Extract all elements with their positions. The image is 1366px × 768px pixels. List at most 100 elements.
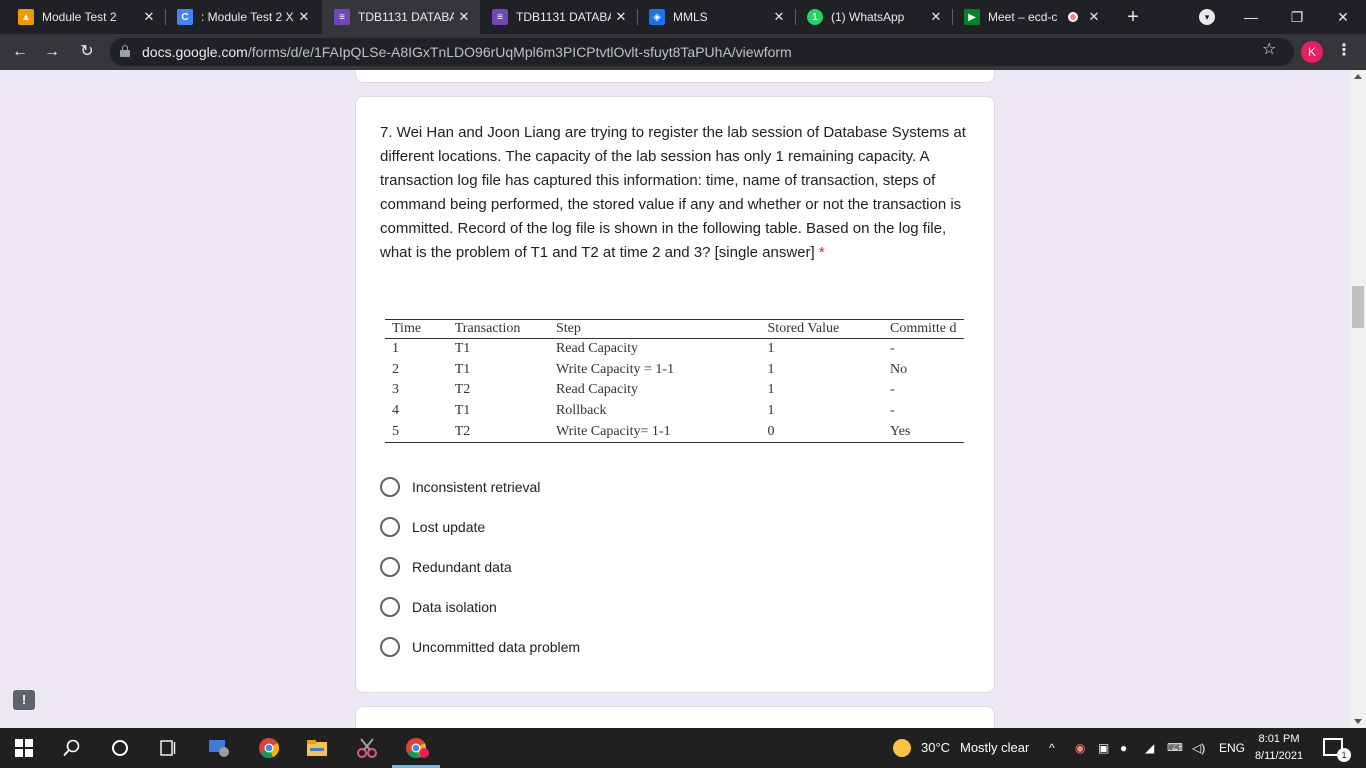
tab-tdb1131-active[interactable]: ≡ TDB1131 DATABA ✕	[322, 0, 480, 34]
chrome-profile-icon[interactable]	[402, 736, 432, 760]
profile-avatar[interactable]: K	[1301, 41, 1323, 63]
table-row: 1 T1 Read Capacity 1 -	[385, 339, 964, 360]
radio-button[interactable]	[380, 517, 400, 537]
whatsapp-icon: 1	[807, 9, 823, 25]
bookmark-star-icon[interactable]: ☆	[1262, 39, 1276, 59]
option-label: Lost update	[412, 519, 486, 535]
table-cell: -	[889, 341, 895, 357]
tab-module-test-2-c[interactable]: C : Module Test 2 X ✕	[165, 0, 320, 34]
table-cell: 4	[392, 403, 399, 419]
radio-button[interactable]	[380, 637, 400, 657]
weather-sun-icon[interactable]	[893, 739, 911, 757]
close-icon[interactable]: ✕	[454, 9, 474, 25]
menu-kebab-icon[interactable]: ⋮	[1336, 40, 1352, 60]
windows-start-icon[interactable]	[12, 736, 36, 760]
close-icon[interactable]: ✕	[926, 9, 946, 25]
wifi-icon[interactable]: ◢	[1145, 728, 1154, 768]
question-card: 7. Wei Han and Joon Liang are trying to …	[355, 96, 995, 693]
option-redundant-data[interactable]: Redundant data	[380, 555, 512, 579]
clock-time: 8:01 PM	[1258, 733, 1300, 745]
weather-temp[interactable]: 30°C	[921, 728, 950, 768]
volume-icon[interactable]: ◁)	[1192, 728, 1205, 768]
table-cell: 1	[767, 361, 775, 377]
tab-whatsapp[interactable]: 1 (1) WhatsApp ✕	[795, 0, 952, 34]
table-row: 5 T2 Write Capacity= 1-1 0 Yes	[385, 421, 964, 443]
radio-button[interactable]	[380, 557, 400, 577]
keyboard-icon[interactable]: ⌨	[1167, 728, 1183, 768]
address-bar[interactable]: docs.google.com/forms/d/e/1FAIpQLSe-A8IG…	[110, 38, 1294, 66]
tab-title: TDB1131 DATABA	[358, 10, 454, 24]
table-cell: Write Capacity= 1-1	[548, 421, 761, 443]
cortana-icon[interactable]	[106, 736, 134, 760]
device-icon[interactable]: ▣	[1098, 728, 1109, 768]
search-icon[interactable]	[58, 736, 86, 760]
chevron-up-icon[interactable]: ^	[1049, 728, 1055, 768]
table-cell: Read Capacity	[555, 382, 638, 398]
forward-arrow-icon[interactable]: →	[40, 40, 64, 64]
table-cell: 1	[767, 403, 775, 419]
radio-button[interactable]	[380, 477, 400, 497]
tab-meet[interactable]: ▶ Meet – ecd-c ✕	[952, 0, 1110, 34]
option-lost-update[interactable]: Lost update	[380, 515, 485, 539]
option-inconsistent-retrieval[interactable]: Inconsistent retrieval	[380, 475, 540, 499]
tab-module-test-2[interactable]: ▲ Module Test 2 ✕	[0, 0, 165, 34]
microphone-icon[interactable]: ●	[1120, 728, 1127, 768]
scrollbar-thumb[interactable]	[1352, 286, 1364, 328]
task-view-icon[interactable]	[154, 736, 182, 760]
new-tab-button[interactable]: +	[1120, 4, 1146, 30]
reload-icon[interactable]: ↻	[75, 40, 99, 64]
table-cell: 1	[767, 382, 775, 398]
snipping-tool-icon[interactable]	[352, 736, 382, 760]
table-cell: 3	[392, 382, 399, 398]
url-host: docs.google.com	[142, 44, 248, 60]
tab-tdb1131[interactable]: ≡ TDB1131 DATABA ✕	[480, 0, 637, 34]
clock-date: 8/11/2021	[1254, 750, 1304, 762]
table-cell: T2	[447, 421, 549, 443]
table-row: 4 T1 Rollback 1 -	[385, 401, 964, 422]
scroll-up-arrow-icon[interactable]	[1354, 74, 1362, 79]
table-cell: -	[889, 403, 895, 419]
file-explorer-icon[interactable]	[302, 736, 332, 760]
question-text: 7. Wei Han and Joon Liang are trying to …	[380, 121, 972, 265]
c-logo-icon: C	[177, 9, 193, 25]
radio-button[interactable]	[380, 597, 400, 617]
option-label: Data isolation	[412, 599, 497, 615]
report-problem-icon[interactable]: !	[13, 690, 35, 710]
scroll-down-arrow-icon[interactable]	[1354, 719, 1362, 724]
close-icon[interactable]: ✕	[769, 9, 789, 25]
lock-icon	[120, 45, 130, 57]
weather-description[interactable]: Mostly clear	[960, 728, 1029, 768]
settings-app-icon[interactable]	[204, 736, 234, 760]
chrome-icon[interactable]	[254, 736, 284, 760]
restore-button[interactable]: ❐	[1274, 0, 1320, 34]
next-question-card	[355, 706, 995, 728]
language-indicator[interactable]: ENG	[1219, 728, 1245, 768]
url-text[interactable]: docs.google.com/forms/d/e/1FAIpQLSe-A8IG…	[142, 38, 792, 66]
option-label: Redundant data	[412, 559, 512, 575]
option-uncommitted-data-problem[interactable]: Uncommitted data problem	[380, 635, 580, 659]
tab-search-icon[interactable]: ▾	[1199, 9, 1215, 25]
table-cell: 1	[767, 341, 775, 357]
close-icon[interactable]: ✕	[294, 9, 314, 25]
notification-center-icon[interactable]: 1	[1323, 738, 1351, 762]
close-icon[interactable]: ✕	[139, 9, 159, 25]
clock[interactable]: 8:01 PM 8/11/2021	[1244, 731, 1314, 765]
option-label: Uncommitted data problem	[412, 639, 581, 655]
table-cell: -	[889, 382, 895, 398]
browser-toolbar: ← → ↻ docs.google.com/forms/d/e/1FAIpQLS…	[0, 34, 1366, 70]
minimize-button[interactable]: —	[1228, 0, 1274, 34]
table-row: 2 T1 Write Capacity = 1-1 1 No	[385, 359, 964, 380]
table-cell: 5	[385, 421, 448, 443]
table-cell: T1	[454, 403, 471, 419]
close-icon[interactable]: ✕	[1084, 9, 1104, 25]
close-icon[interactable]: ✕	[611, 9, 631, 25]
antivirus-icon[interactable]: ◉	[1075, 728, 1085, 768]
page-scrollbar[interactable]	[1350, 70, 1366, 728]
forms-icon: ≡	[334, 9, 350, 25]
table-header: Time	[385, 319, 448, 339]
tab-mmls[interactable]: ◈ MMLS ✕	[637, 0, 795, 34]
option-data-isolation[interactable]: Data isolation	[380, 595, 497, 619]
back-arrow-icon[interactable]: ←	[8, 40, 32, 64]
notification-badge: 1	[1337, 748, 1351, 762]
window-close-button[interactable]: ✕	[1320, 0, 1366, 34]
